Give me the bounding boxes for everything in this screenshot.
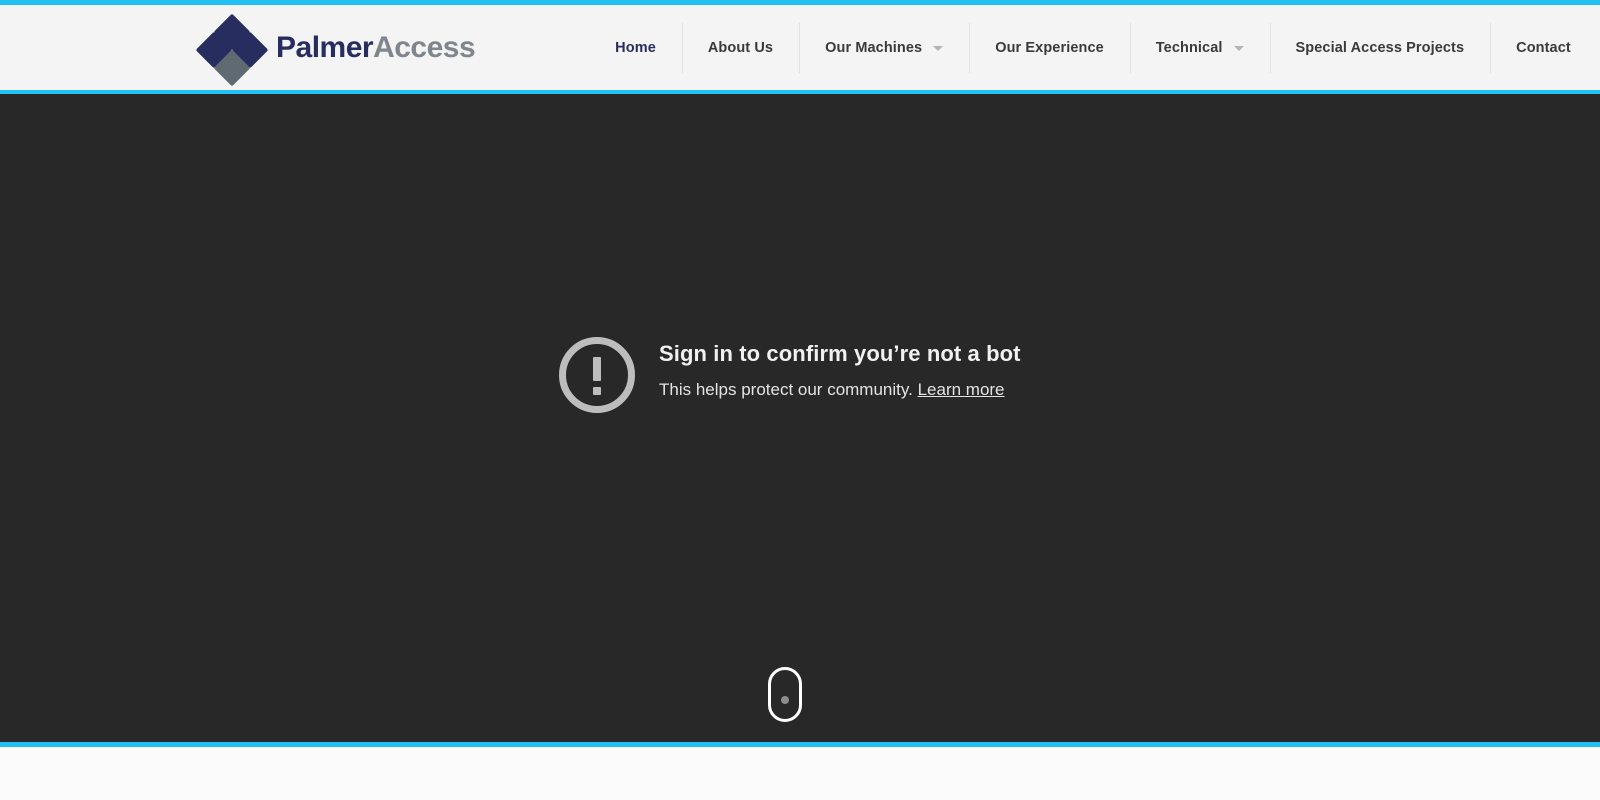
nav-item-technical[interactable]: Technical [1129,20,1270,76]
nav-label: Contact [1516,39,1571,56]
chevron-down-icon [933,46,944,51]
nav-item-our-machines[interactable]: Our Machines [799,20,969,76]
notice-text-block: Sign in to confirm you’re not a bot This… [659,336,1021,401]
nav-item-special-access-projects[interactable]: Special Access Projects [1269,20,1491,76]
logo-text-secondary: Access [373,30,476,64]
nav-label: Home [615,39,656,56]
nav-label: Special Access Projects [1295,39,1465,56]
logo-wordmark: PalmerAccess [276,30,476,64]
learn-more-link[interactable]: Learn more [918,380,1005,399]
mouse-scroll-icon[interactable] [768,667,802,722]
notice-subtitle: This helps protect our community. Learn … [659,379,1021,401]
bot-verification-notice: Sign in to confirm you’re not a bot This… [559,336,1021,413]
hero-section: Sign in to confirm you’re not a bot This… [0,94,1600,747]
nav-item-contact[interactable]: Contact [1490,20,1597,76]
logo-text-primary: Palmer [276,30,374,64]
chevron-down-icon [1233,46,1244,51]
page-root: PalmerAccess Home About Us Our Machines … [0,0,1600,800]
nav-label: Technical [1155,39,1223,56]
scroll-wheel-dot [781,696,789,704]
nav-label: Our Machines [825,39,923,56]
site-logo[interactable]: PalmerAccess [195,5,476,90]
notice-subtitle-text: This helps protect our community. [659,380,913,400]
four-diamonds-icon [195,13,269,86]
nav-item-about-us[interactable]: About Us [681,20,799,76]
nav-item-our-experience[interactable]: Our Experience [969,20,1130,76]
page-bottom-strip [0,747,1600,800]
nav-item-home[interactable]: Home [589,20,682,76]
nav-label: About Us [707,39,774,56]
exclamation-circle-icon [559,337,635,413]
main-navigation: Home About Us Our Machines Our Experienc… [589,20,1597,76]
site-header: PalmerAccess Home About Us Our Machines … [0,5,1600,94]
nav-label: Our Experience [995,39,1104,56]
notice-title: Sign in to confirm you’re not a bot [659,341,1021,366]
